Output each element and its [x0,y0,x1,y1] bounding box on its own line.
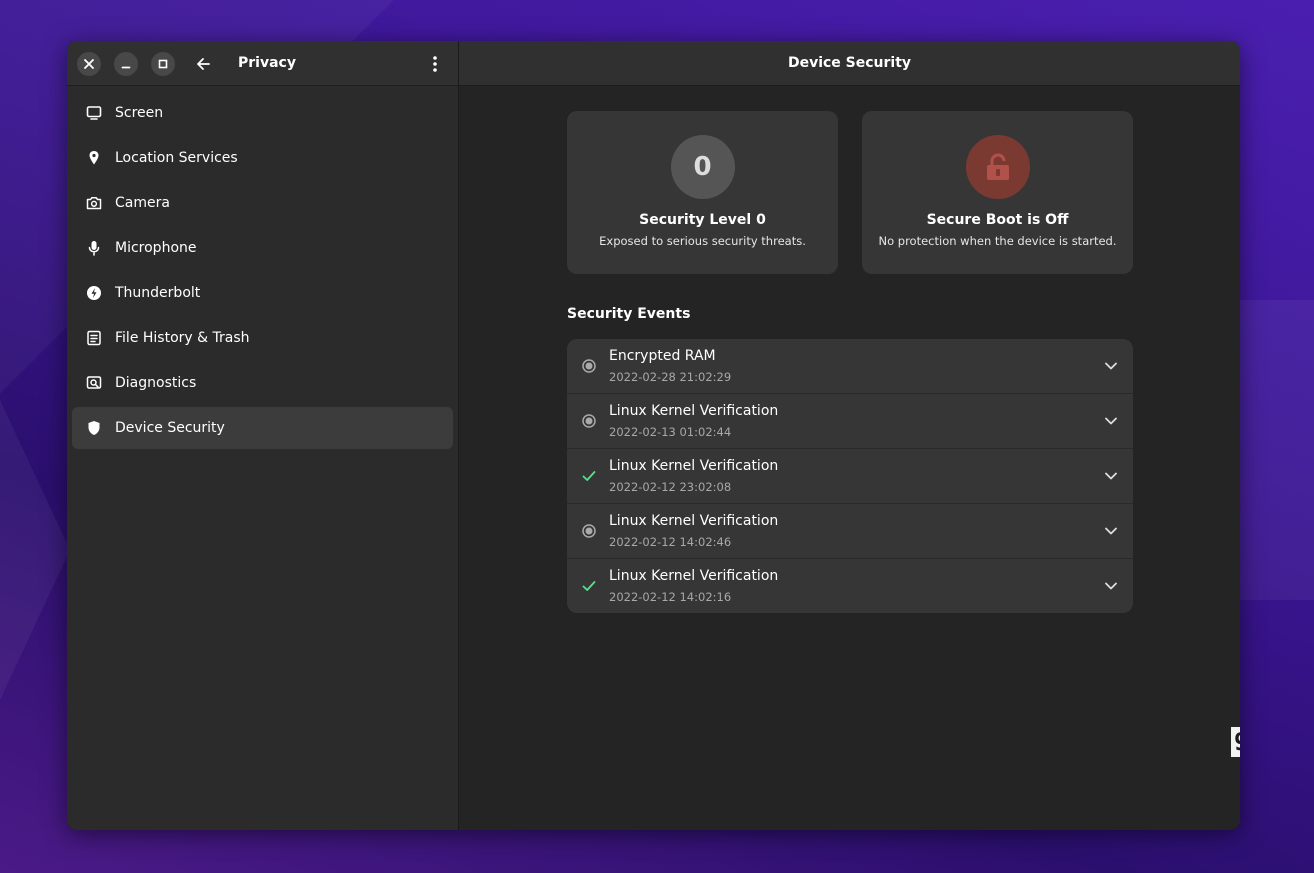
arrow-left-icon [197,58,210,70]
sidebar: Privacy Screen Location Services Camera … [67,41,459,830]
maximize-window-button[interactable] [151,52,175,76]
watermark-char: 9 [1231,727,1240,757]
neutral-status-icon [581,358,597,374]
event-date: 2022-02-13 01:02:44 [609,425,732,439]
chevron-down-icon[interactable] [1103,523,1119,539]
back-button[interactable] [191,52,215,76]
maximize-icon [158,59,168,69]
event-title: Linux Kernel Verification [609,513,779,529]
sidebar-item-screen[interactable]: Screen [72,92,453,134]
sidebar-title: Privacy [238,55,296,71]
sidebar-item-label: Camera [115,195,170,211]
event-title: Linux Kernel Verification [609,403,779,419]
security-cards: 0 Security Level 0 Exposed to serious se… [567,111,1133,274]
event-title: Linux Kernel Verification [609,568,779,584]
display-icon [86,105,102,121]
sidebar-item-location-services[interactable]: Location Services [72,137,453,179]
sidebar-item-label: Microphone [115,240,197,256]
diagnostics-icon [86,375,102,391]
main-panel: Device Security 0 Security Level 0 Expos… [459,41,1240,830]
checkmark-icon [581,578,597,594]
sidebar-header: Privacy [67,41,458,86]
lock-open-icon [965,135,1030,199]
card-title: Secure Boot is Off [926,212,1069,228]
event-row[interactable]: Linux Kernel Verification 2022-02-12 14:… [567,504,1133,559]
wallpaper-shape [0,400,70,700]
page-title: Device Security [459,41,1240,86]
card-subtitle: No protection when the device is started… [878,234,1117,248]
event-date: 2022-02-28 21:02:29 [609,370,732,384]
event-date: 2022-02-12 14:02:16 [609,590,732,604]
camera-icon [86,195,102,211]
chevron-down-icon[interactable] [1103,413,1119,429]
secure-boot-card[interactable]: Secure Boot is Off No protection when th… [862,111,1133,274]
security-level-card[interactable]: 0 Security Level 0 Exposed to serious se… [567,111,838,274]
chevron-down-icon[interactable] [1103,358,1119,374]
sidebar-item-label: Device Security [115,420,225,436]
sidebar-item-label: Thunderbolt [115,285,201,301]
close-icon [84,59,94,69]
sidebar-item-label: Diagnostics [115,375,197,391]
settings-window: Privacy Screen Location Services Camera … [67,41,1240,830]
wallpaper-shape [1240,300,1314,600]
sidebar-item-diagnostics[interactable]: Diagnostics [72,362,453,404]
checkmark-icon [581,468,597,484]
event-row[interactable]: Encrypted RAM 2022-02-28 21:02:29 [567,339,1133,394]
close-window-button[interactable] [77,52,101,76]
location-pin-icon [86,150,102,166]
neutral-status-icon [581,413,597,429]
chevron-down-icon[interactable] [1103,468,1119,484]
kebab-menu-icon [433,56,437,72]
event-date: 2022-02-12 23:02:08 [609,480,732,494]
card-title: Security Level 0 [639,212,766,228]
main-menu-button[interactable] [423,52,447,76]
sidebar-item-microphone[interactable]: Microphone [72,227,453,269]
file-history-icon [86,330,102,346]
sidebar-item-thunderbolt[interactable]: Thunderbolt [72,272,453,314]
event-title: Encrypted RAM [609,348,716,364]
sidebar-item-camera[interactable]: Camera [72,182,453,224]
event-row[interactable]: Linux Kernel Verification 2022-02-13 01:… [567,394,1133,449]
security-events-list: Encrypted RAM 2022-02-28 21:02:29 Linux … [567,339,1133,613]
security-level-badge: 0 [670,135,735,199]
chevron-down-icon[interactable] [1103,578,1119,594]
sidebar-item-label: File History & Trash [115,330,250,346]
sidebar-item-label: Location Services [115,150,238,166]
minimize-icon [121,66,131,69]
thunderbolt-icon [86,285,102,301]
security-events-heading: Security Events [567,306,691,322]
minimize-window-button[interactable] [114,52,138,76]
sidebar-item-label: Screen [115,105,164,121]
card-subtitle: Exposed to serious security threats. [599,234,806,248]
sidebar-item-device-security[interactable]: Device Security [72,407,453,449]
watermark: 9 T O 5 L I N U X . C O M [1231,727,1240,757]
shield-icon [86,420,102,436]
microphone-icon [86,240,102,256]
event-title: Linux Kernel Verification [609,458,779,474]
event-date: 2022-02-12 14:02:46 [609,535,732,549]
neutral-status-icon [581,523,597,539]
event-row[interactable]: Linux Kernel Verification 2022-02-12 23:… [567,449,1133,504]
sidebar-item-file-history[interactable]: File History & Trash [72,317,453,359]
sidebar-nav: Screen Location Services Camera Micropho… [67,86,458,458]
event-row[interactable]: Linux Kernel Verification 2022-02-12 14:… [567,559,1133,613]
